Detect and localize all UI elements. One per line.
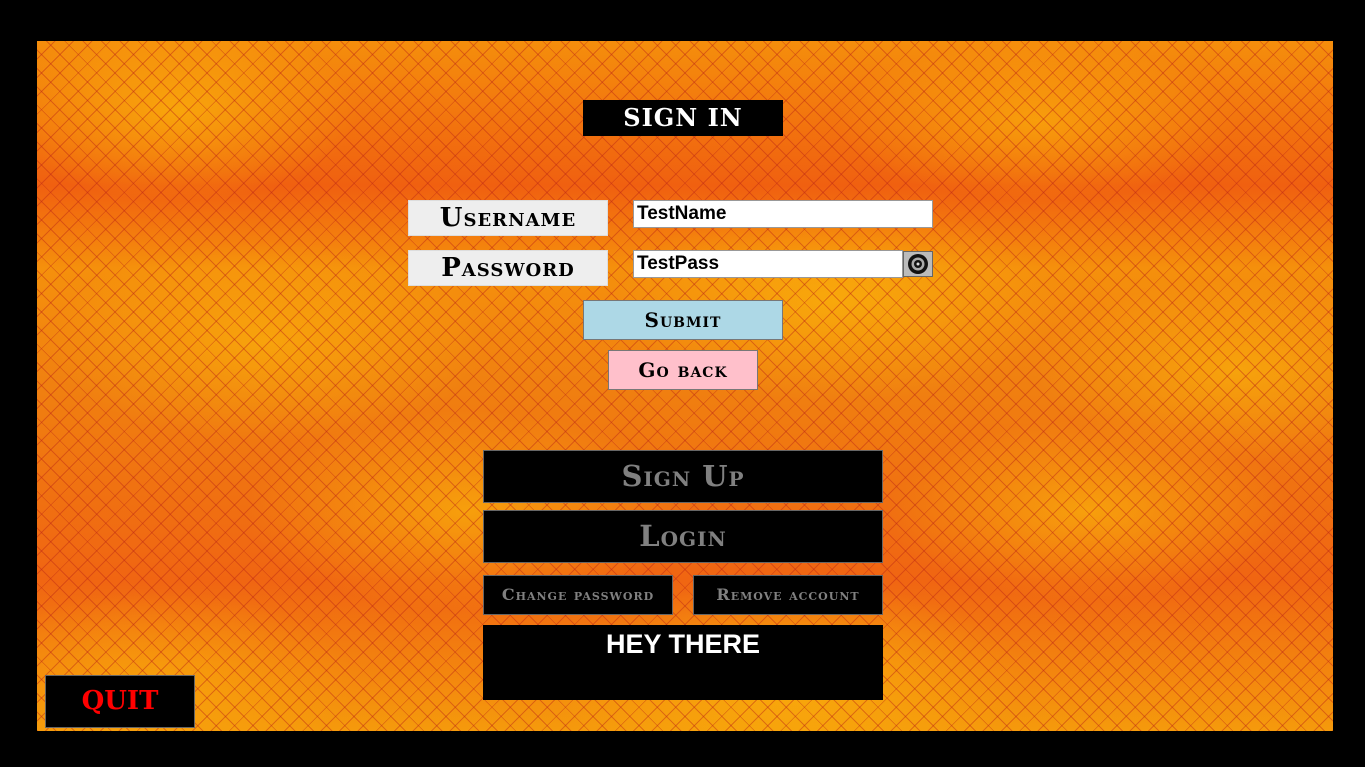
message-box: HEY THERE xyxy=(483,625,883,700)
username-label: Username xyxy=(408,200,608,236)
submit-button[interactable]: Submit xyxy=(583,300,783,340)
remove-account-button[interactable]: Remove account xyxy=(693,575,883,615)
login-button[interactable]: Login xyxy=(483,510,883,563)
password-label: Password xyxy=(408,250,608,286)
show-password-toggle[interactable] xyxy=(903,251,933,277)
page-title: SIGN IN xyxy=(583,100,783,136)
quit-button[interactable]: QUIT xyxy=(45,675,195,728)
eye-icon xyxy=(908,254,928,274)
go-back-button[interactable]: Go back xyxy=(608,350,758,390)
username-field[interactable] xyxy=(633,200,933,228)
password-field[interactable] xyxy=(633,250,903,278)
sign-up-button[interactable]: Sign Up xyxy=(483,450,883,503)
change-password-button[interactable]: Change password xyxy=(483,575,673,615)
